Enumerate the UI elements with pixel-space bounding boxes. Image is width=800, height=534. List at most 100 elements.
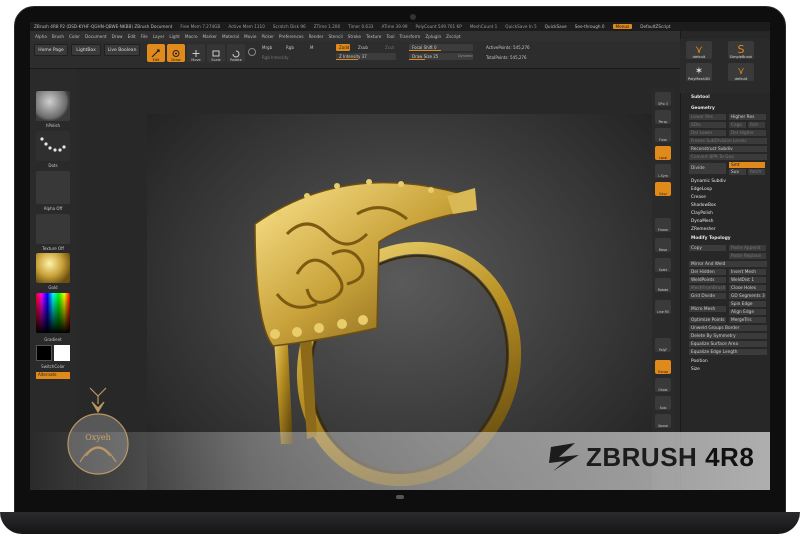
line-fill-button[interactable]: Line Fill	[655, 300, 671, 314]
size-header[interactable]: Size	[689, 366, 767, 372]
menu-macro[interactable]: Macro	[185, 34, 198, 39]
texture-thumbnail[interactable]	[36, 214, 70, 244]
qxyz-button[interactable]: Qxyz	[655, 182, 671, 196]
paste-append-button[interactable]: Paste Append	[729, 245, 766, 251]
menu-document[interactable]: Document	[85, 34, 107, 39]
solo-button[interactable]: Solo	[655, 396, 671, 410]
default-zscript-button[interactable]: DefaultZScript	[640, 24, 670, 29]
secondary-color-swatch[interactable]	[54, 345, 70, 361]
menu-edit[interactable]: Edit	[128, 34, 136, 39]
menu-transform[interactable]: Transform	[399, 34, 420, 39]
weld-points-button[interactable]: WeldPoints	[689, 277, 726, 283]
menu-light[interactable]: Light	[169, 34, 179, 39]
color-swatch-icon[interactable]	[248, 48, 256, 56]
mirror-and-weld-button[interactable]: Mirror And Weld	[689, 261, 767, 267]
scale-button[interactable]: Scale	[207, 44, 225, 62]
mesh-from-brush-button[interactable]: MeshFromBrush	[689, 285, 726, 291]
lower-res-button[interactable]: Lower Res	[689, 114, 726, 120]
del-hidden-button[interactable]: Del Hidden	[689, 269, 726, 275]
brush-default-2[interactable]: ⋎ default	[728, 63, 754, 81]
smt-toggle[interactable]: Smt	[729, 162, 765, 168]
equalize-surface-button[interactable]: Equalize Surface Area	[689, 341, 767, 347]
floor-button[interactable]: Floor	[655, 128, 671, 142]
modify-topology-header[interactable]: Modify Topology	[689, 235, 767, 241]
dynamesh-header[interactable]: DynaMesh	[689, 218, 767, 224]
menu-stroke[interactable]: Stroke	[348, 34, 361, 39]
subtool-header[interactable]: Subtool	[689, 94, 767, 100]
convert-bpr-button[interactable]: Convert BPR To Geo	[689, 154, 767, 160]
move-button[interactable]: Move	[187, 44, 205, 62]
menu-brush[interactable]: Brush	[52, 34, 64, 39]
live-boolean-button[interactable]: Live Boolean	[104, 44, 140, 56]
divide-button[interactable]: Divide	[689, 163, 726, 174]
sdiv-slider[interactable]: SDiv	[689, 122, 726, 128]
lsym-button[interactable]: L.Sym	[655, 164, 671, 178]
menu-zplugin[interactable]: Zplugin	[425, 34, 441, 39]
dynamic-subdiv-header[interactable]: Dynamic Subdiv	[689, 178, 767, 184]
menu-stencil[interactable]: Stencil	[328, 34, 342, 39]
edit-button[interactable]: Edit	[147, 44, 165, 62]
unweld-groups-button[interactable]: Unweld Groups Border	[689, 325, 767, 331]
spin-edge-button[interactable]: Spin Edge	[729, 301, 766, 307]
position-header[interactable]: Position	[689, 358, 767, 364]
gd-segments-slider[interactable]: GD Segments 3	[729, 293, 766, 299]
alpha-thumbnail[interactable]	[36, 171, 70, 204]
frame-button[interactable]: Frame	[655, 218, 671, 232]
quicksave-button[interactable]: QuickSave	[545, 24, 567, 29]
lightbox-button[interactable]: LightBox	[71, 44, 101, 56]
brush-thumbnail[interactable]	[36, 91, 70, 121]
menu-tool[interactable]: Tool	[386, 34, 394, 39]
del-higher-button[interactable]: Del Higher	[729, 130, 766, 136]
merge-tris-button[interactable]: MergeTris	[729, 317, 766, 323]
menu-marker[interactable]: Marker	[203, 34, 217, 39]
transp-button[interactable]: Transp	[655, 360, 671, 374]
del-lower-button[interactable]: Del Lower	[689, 130, 726, 136]
ghost-button[interactable]: Ghost	[655, 378, 671, 392]
stroke-thumbnail[interactable]	[36, 131, 70, 161]
geometry-header[interactable]: Geometry	[689, 105, 767, 111]
material-thumbnail[interactable]	[36, 253, 70, 283]
switch-color-button[interactable]: SwitchColor	[30, 364, 76, 369]
menu-movie[interactable]: Movie	[244, 34, 256, 39]
menu-layer[interactable]: Layer	[153, 34, 165, 39]
menu-preferences[interactable]: Preferences	[279, 34, 304, 39]
optimize-points-button[interactable]: Optimize Points	[689, 317, 726, 323]
brush-default-1[interactable]: ⋎ default	[686, 41, 712, 59]
suv-toggle[interactable]: Suv	[729, 169, 746, 175]
menu-render[interactable]: Render	[309, 34, 324, 39]
home-page-button[interactable]: Home Page	[34, 44, 68, 56]
scale-view-button[interactable]: Scale	[655, 258, 671, 272]
menu-alpha[interactable]: Alpha	[35, 34, 47, 39]
menu-texture[interactable]: Texture	[366, 34, 381, 39]
brush-simple[interactable]: S SimpleBrush	[728, 41, 754, 59]
menu-material[interactable]: Material	[222, 34, 239, 39]
menu-picker[interactable]: Picker	[261, 34, 273, 39]
xpose-button[interactable]: Xpose	[655, 414, 671, 428]
insert-mesh-button[interactable]: Insert Mesh	[729, 269, 766, 275]
move-view-button[interactable]: Move	[655, 238, 671, 252]
close-holes-button[interactable]: Close Holes	[729, 285, 766, 291]
local-button[interactable]: Local	[655, 146, 671, 160]
brush-polymesh3d[interactable]: ✶ PolyMesh3D	[686, 63, 712, 81]
paste-replace-button[interactable]: Paste Replace	[729, 253, 766, 259]
zcut-toggle[interactable]: Zcut	[385, 45, 394, 50]
dynamic-toggle[interactable]: Dynamic	[458, 54, 473, 58]
zremesher-header[interactable]: ZRemesher	[689, 226, 767, 232]
primary-color-swatch[interactable]	[36, 345, 52, 361]
alternate-button[interactable]: Alternate	[36, 372, 70, 379]
spix-button[interactable]: SPix 3	[655, 92, 671, 106]
reuv-button[interactable]: ReUV	[748, 169, 765, 175]
rotate-button[interactable]: Rotate	[227, 44, 245, 62]
see-through-slider[interactable]: See-through 0	[575, 24, 605, 29]
color-picker[interactable]	[36, 293, 70, 333]
z-intensity-slider[interactable]: Z Intensity 37	[336, 53, 396, 60]
m-toggle[interactable]: M	[310, 45, 313, 50]
rstr-button[interactable]: Rstr	[748, 122, 765, 128]
freeze-subdiv-button[interactable]: Freeze SubDivision Levels	[689, 138, 767, 144]
focal-shift-slider[interactable]: Focal Shift 0	[409, 44, 473, 51]
menus-button[interactable]: Menus	[612, 24, 633, 29]
zsub-toggle[interactable]: Zsub	[358, 45, 368, 50]
edgeloop-header[interactable]: EdgeLoop	[689, 186, 767, 192]
micro-mesh-button[interactable]: Micro Mesh	[689, 306, 726, 312]
align-edge-button[interactable]: Align Edge	[729, 309, 766, 315]
